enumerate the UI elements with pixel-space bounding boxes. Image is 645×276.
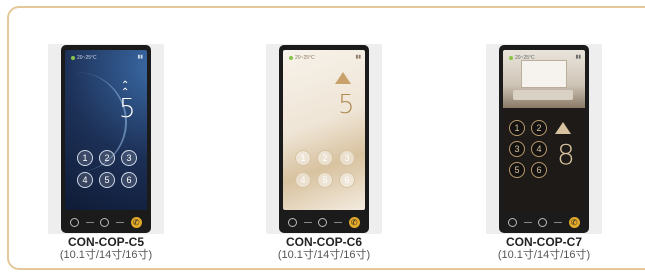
control-bar: ✆: [499, 211, 589, 233]
caption-c6: CON-COP-C6 (10.1寸/14寸/16寸): [249, 235, 399, 262]
temperature-status: 20~25°C: [71, 55, 97, 61]
floor-key[interactable]: 3: [339, 150, 355, 166]
size-options: (10.1寸/14寸/16寸): [497, 249, 591, 261]
product-card-c7[interactable]: 20~25°C ▮▮ 1 2 3 4 5 6 8 ✆: [486, 44, 602, 234]
call-icon[interactable]: ✆: [568, 216, 580, 228]
floor-key[interactable]: 6: [531, 162, 547, 178]
floor-key[interactable]: 1: [509, 120, 525, 136]
floor-key[interactable]: 2: [531, 120, 547, 136]
floor-key[interactable]: 3: [509, 141, 525, 157]
floor-key[interactable]: 5: [99, 172, 115, 188]
floor-key[interactable]: 6: [121, 172, 137, 188]
floor-keypad: 1 2 3 4 5 6: [509, 120, 547, 178]
up-arrow-icon: [335, 72, 351, 84]
screen-c5: 20~25°C ▮▮ ⌃ ⌃ 5 1 2 3 4 5 6: [65, 50, 147, 210]
floor-key[interactable]: 4: [531, 141, 547, 157]
caption-c5: CON-COP-C5 (10.1寸/14寸/16寸): [31, 235, 181, 262]
floor-number: 5: [338, 90, 355, 120]
model-name: CON-COP-C5: [67, 235, 144, 249]
floor-key[interactable]: 4: [295, 172, 311, 188]
floor-key[interactable]: 2: [317, 150, 333, 166]
product-card-c5[interactable]: 20~25°C ▮▮ ⌃ ⌃ 5 1 2 3 4 5 6 ✆: [48, 44, 164, 234]
up-arrow-icon: [555, 122, 571, 134]
size-options: (10.1寸/14寸/16寸): [277, 249, 371, 261]
close-door-icon[interactable]: [318, 217, 328, 227]
floor-key[interactable]: 5: [509, 162, 525, 178]
open-door-icon[interactable]: [288, 217, 298, 227]
temperature-status: 20~25°C: [509, 55, 535, 61]
floor-key[interactable]: 1: [295, 150, 311, 166]
size-options: (10.1寸/14寸/16寸): [59, 249, 153, 261]
signal-icon: ▮▮: [575, 54, 581, 60]
caption-c7: CON-COP-C7 (10.1寸/14寸/16寸): [469, 235, 619, 262]
device-c6: 20~25°C ▮▮ 5 1 2 3 4 5 6 ✆: [279, 45, 369, 233]
model-name: CON-COP-C7: [505, 235, 582, 249]
call-icon[interactable]: ✆: [348, 216, 360, 228]
floor-key[interactable]: 4: [77, 172, 93, 188]
screen-c6: 20~25°C ▮▮ 5 1 2 3 4 5 6: [283, 50, 365, 210]
call-icon[interactable]: ✆: [130, 216, 142, 228]
floor-keypad: 1 2 3 4 5 6: [77, 150, 137, 188]
floor-key[interactable]: 5: [317, 172, 333, 188]
floor-key[interactable]: 6: [339, 172, 355, 188]
signal-icon: ▮▮: [355, 54, 361, 60]
control-bar: ✆: [279, 211, 369, 233]
model-name: CON-COP-C6: [285, 235, 362, 249]
floor-key[interactable]: 2: [99, 150, 115, 166]
close-door-icon[interactable]: [538, 217, 548, 227]
open-door-icon[interactable]: [70, 217, 80, 227]
floor-keypad: 1 2 3 4 5 6: [295, 150, 355, 188]
floor-number: 8: [557, 138, 575, 171]
floor-number: 5: [119, 94, 136, 124]
signal-icon: ▮▮: [137, 54, 143, 60]
floor-key[interactable]: 1: [77, 150, 93, 166]
open-door-icon[interactable]: [508, 217, 518, 227]
device-c7: 20~25°C ▮▮ 1 2 3 4 5 6 8 ✆: [499, 45, 589, 233]
temperature-status: 20~25°C: [289, 55, 315, 61]
floor-key[interactable]: 3: [121, 150, 137, 166]
close-door-icon[interactable]: [100, 217, 110, 227]
control-bar: ✆: [61, 211, 151, 233]
screen-c7: 20~25°C ▮▮ 1 2 3 4 5 6 8: [503, 50, 585, 210]
device-c5: 20~25°C ▮▮ ⌃ ⌃ 5 1 2 3 4 5 6 ✆: [61, 45, 151, 233]
product-card-c6[interactable]: 20~25°C ▮▮ 5 1 2 3 4 5 6 ✆: [266, 44, 382, 234]
